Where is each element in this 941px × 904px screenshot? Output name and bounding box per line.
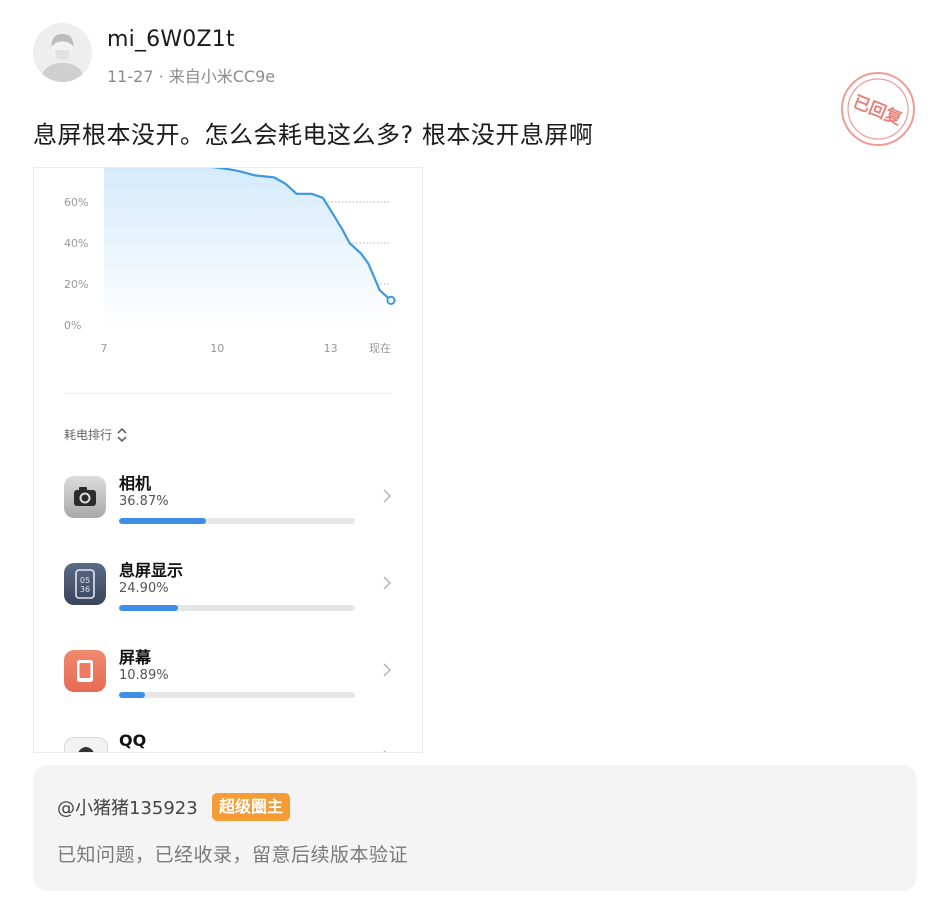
- post-meta: 11-27 · 来自小米CC9e: [107, 67, 276, 86]
- x-tick-label: 现在: [369, 342, 391, 355]
- y-tick-label: 20%: [64, 278, 88, 291]
- username[interactable]: mi_6W0Z1t: [107, 27, 235, 52]
- ranking-title[interactable]: 耗电排行: [64, 426, 128, 443]
- current-level-dot: [386, 295, 396, 305]
- chevron-right-icon: [383, 750, 387, 752]
- app-row-qq[interactable]: QQ: [64, 731, 394, 752]
- battery-area: [104, 168, 391, 325]
- usage-bar-fill: [119, 518, 206, 524]
- reply-username[interactable]: @小猪猪135923: [57, 794, 198, 820]
- battery-chart: 0% 20% 40% 60% 7 10 13 现在: [64, 168, 396, 355]
- battery-screenshot[interactable]: 0% 20% 40% 60% 7 10 13 现在 耗电排行 相机 36.87%: [33, 167, 423, 753]
- chevron-right-icon: [383, 663, 392, 677]
- app-name: 息屏显示: [119, 561, 184, 580]
- reply-role-badge: 超级圈主: [212, 793, 291, 821]
- y-tick-label: 60%: [64, 196, 88, 209]
- post-page: mi_6W0Z1t 11-27 · 来自小米CC9e 已回复 息屏根本没开。怎么…: [0, 0, 941, 904]
- svg-text:36: 36: [80, 585, 90, 594]
- stamp-text: 已回复: [850, 91, 906, 130]
- screen-icon: [64, 650, 106, 692]
- avatar-person-icon: [33, 23, 92, 82]
- qq-icon: [64, 737, 108, 752]
- camera-icon: [64, 476, 106, 518]
- app-name: 相机: [119, 474, 152, 493]
- x-tick-label: 10: [210, 342, 224, 355]
- usage-bar: [119, 692, 355, 698]
- user-avatar[interactable]: [33, 23, 92, 82]
- app-row-screen[interactable]: 屏幕 10.89%: [64, 644, 394, 704]
- app-row-camera[interactable]: 相机 36.87%: [64, 470, 394, 530]
- x-tick-label: 13: [324, 342, 338, 355]
- replied-stamp: 已回复: [840, 71, 916, 147]
- ranking-title-label: 耗电排行: [64, 428, 113, 442]
- official-reply: @小猪猪135923 超级圈主 已知问题，已经收录，留意后续版本验证: [33, 765, 917, 891]
- usage-bar: [119, 605, 355, 611]
- app-name: QQ: [119, 731, 147, 750]
- chevron-right-icon: [383, 576, 392, 590]
- chevron-right-icon: [383, 489, 392, 503]
- y-tick-label: 0%: [64, 319, 81, 332]
- app-row-always-on-display[interactable]: 05 36 息屏显示 24.90%: [64, 557, 394, 617]
- reply-text: 已知问题，已经收录，留意后续版本验证: [57, 844, 409, 866]
- usage-bar: [119, 518, 355, 524]
- svg-text:05: 05: [80, 576, 90, 585]
- app-percent: 10.89%: [119, 668, 169, 683]
- post-content: 息屏根本没开。怎么会耗电这么多? 根本没开息屏啊: [33, 121, 594, 149]
- usage-bar-fill: [119, 605, 178, 611]
- app-percent: 24.90%: [119, 581, 169, 596]
- y-tick-label: 40%: [64, 237, 88, 250]
- x-tick-label: 7: [101, 342, 108, 355]
- section-divider: [64, 393, 392, 394]
- app-name: 屏幕: [119, 648, 152, 667]
- sort-toggle-icon: [117, 427, 127, 442]
- app-percent: 36.87%: [119, 494, 169, 509]
- usage-bar-fill: [119, 692, 145, 698]
- always-on-display-icon: 05 36: [64, 563, 106, 605]
